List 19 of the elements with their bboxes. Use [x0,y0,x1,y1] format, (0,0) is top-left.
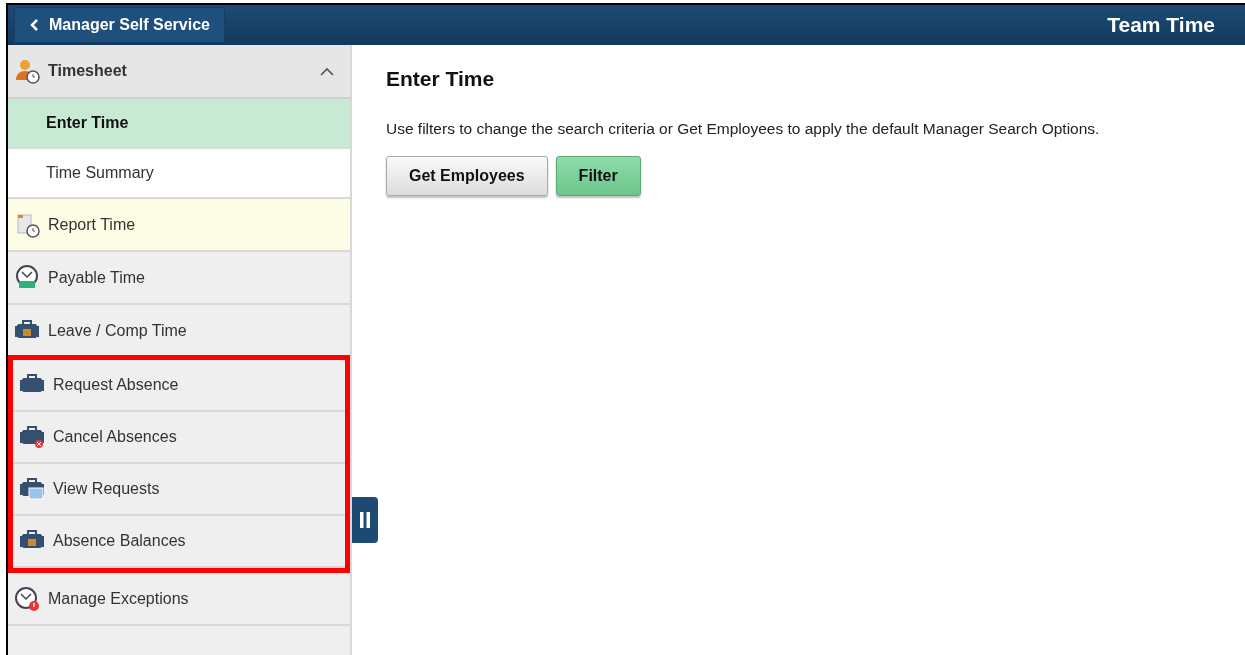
filter-button[interactable]: Filter [555,155,641,196]
chevron-left-icon [29,18,39,32]
briefcase-calendar-icon [19,476,45,502]
briefcase-cancel-icon [19,424,45,450]
page-title: Team Time [1107,12,1215,39]
person-clock-icon [14,58,40,84]
sidebar-subitem[interactable]: Enter Time [8,99,350,149]
content-title: Enter Time [386,66,496,92]
get-employees-button[interactable]: Get Employees [386,155,548,196]
clock-alert-icon [14,585,40,612]
document-clock-icon [14,211,40,238]
chevron-up-icon [320,66,334,76]
sidebar-item[interactable]: Report Time [8,199,350,252]
sidebar-subitem[interactable]: Time Summary [8,149,350,199]
collapse-handle[interactable] [352,497,378,543]
pause-icon [359,512,371,528]
sidebar-group-header[interactable]: Timesheet [8,45,350,99]
instructions-text: Use filters to change the search criteria or Get Employees to apply the default Manager Search Options. [386,118,1100,139]
back-button[interactable]: Manager Self Service [14,7,225,43]
